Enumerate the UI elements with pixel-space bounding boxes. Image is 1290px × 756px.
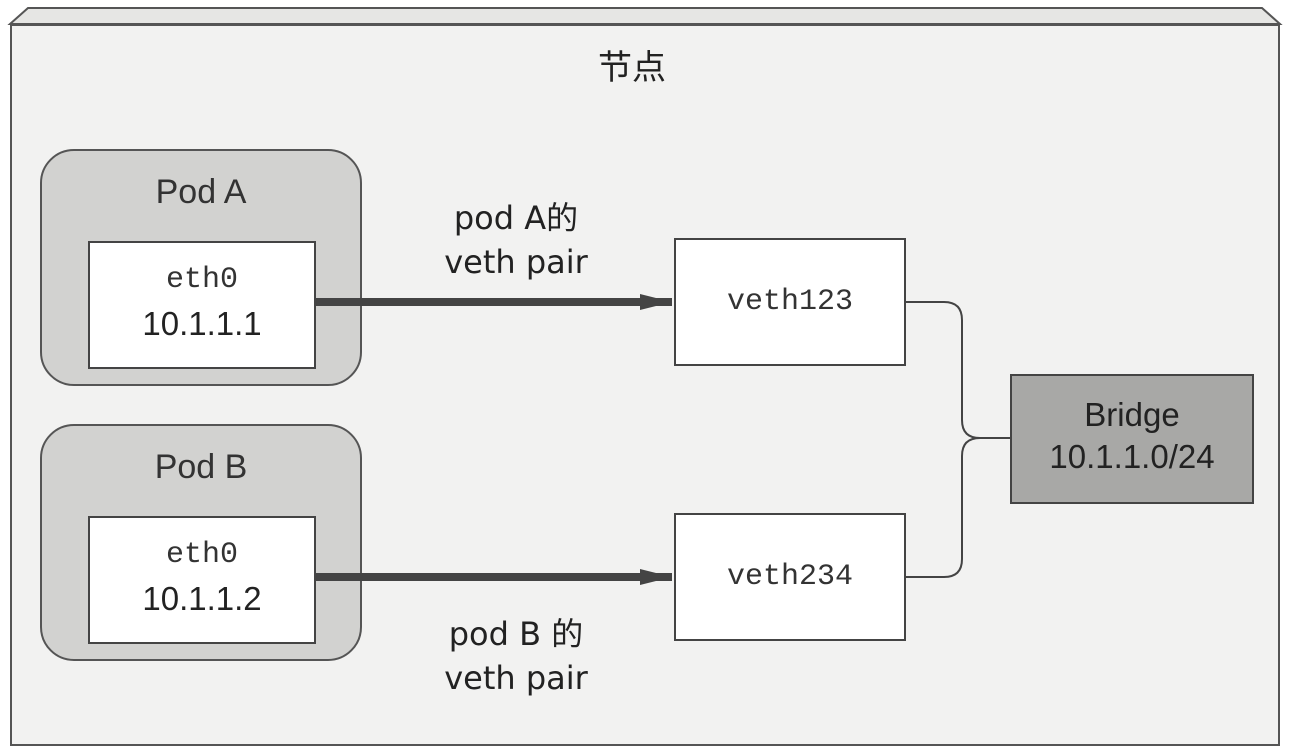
- veth-pair-b-label: pod B 的 veth pair: [416, 612, 616, 700]
- veth-pair-a-arrowhead: [640, 294, 672, 310]
- veth-pair-a-label-line2: veth pair: [444, 243, 588, 281]
- bridge-link-veth123: [906, 301, 1010, 439]
- bridge-subnet: 10.1.1.0/24: [1049, 438, 1215, 475]
- veth-pair-a-label-line1: pod A的: [453, 199, 579, 237]
- veth123-label: veth123: [726, 285, 854, 319]
- bridge-label: Bridge: [1084, 396, 1180, 433]
- veth-pair-b-label-line1: pod B 的: [448, 615, 584, 653]
- veth234-box: veth234: [674, 513, 906, 641]
- bridge-link-veth234: [906, 437, 981, 578]
- veth-pair-a-label: pod A的 veth pair: [416, 196, 616, 284]
- bridge-box: Bridge 10.1.1.0/24: [1010, 374, 1254, 504]
- veth123-box: veth123: [674, 238, 906, 366]
- veth-pair-b-arrowhead: [640, 569, 672, 585]
- veth-pair-b-label-line2: veth pair: [444, 659, 588, 697]
- veth234-label: veth234: [726, 560, 854, 594]
